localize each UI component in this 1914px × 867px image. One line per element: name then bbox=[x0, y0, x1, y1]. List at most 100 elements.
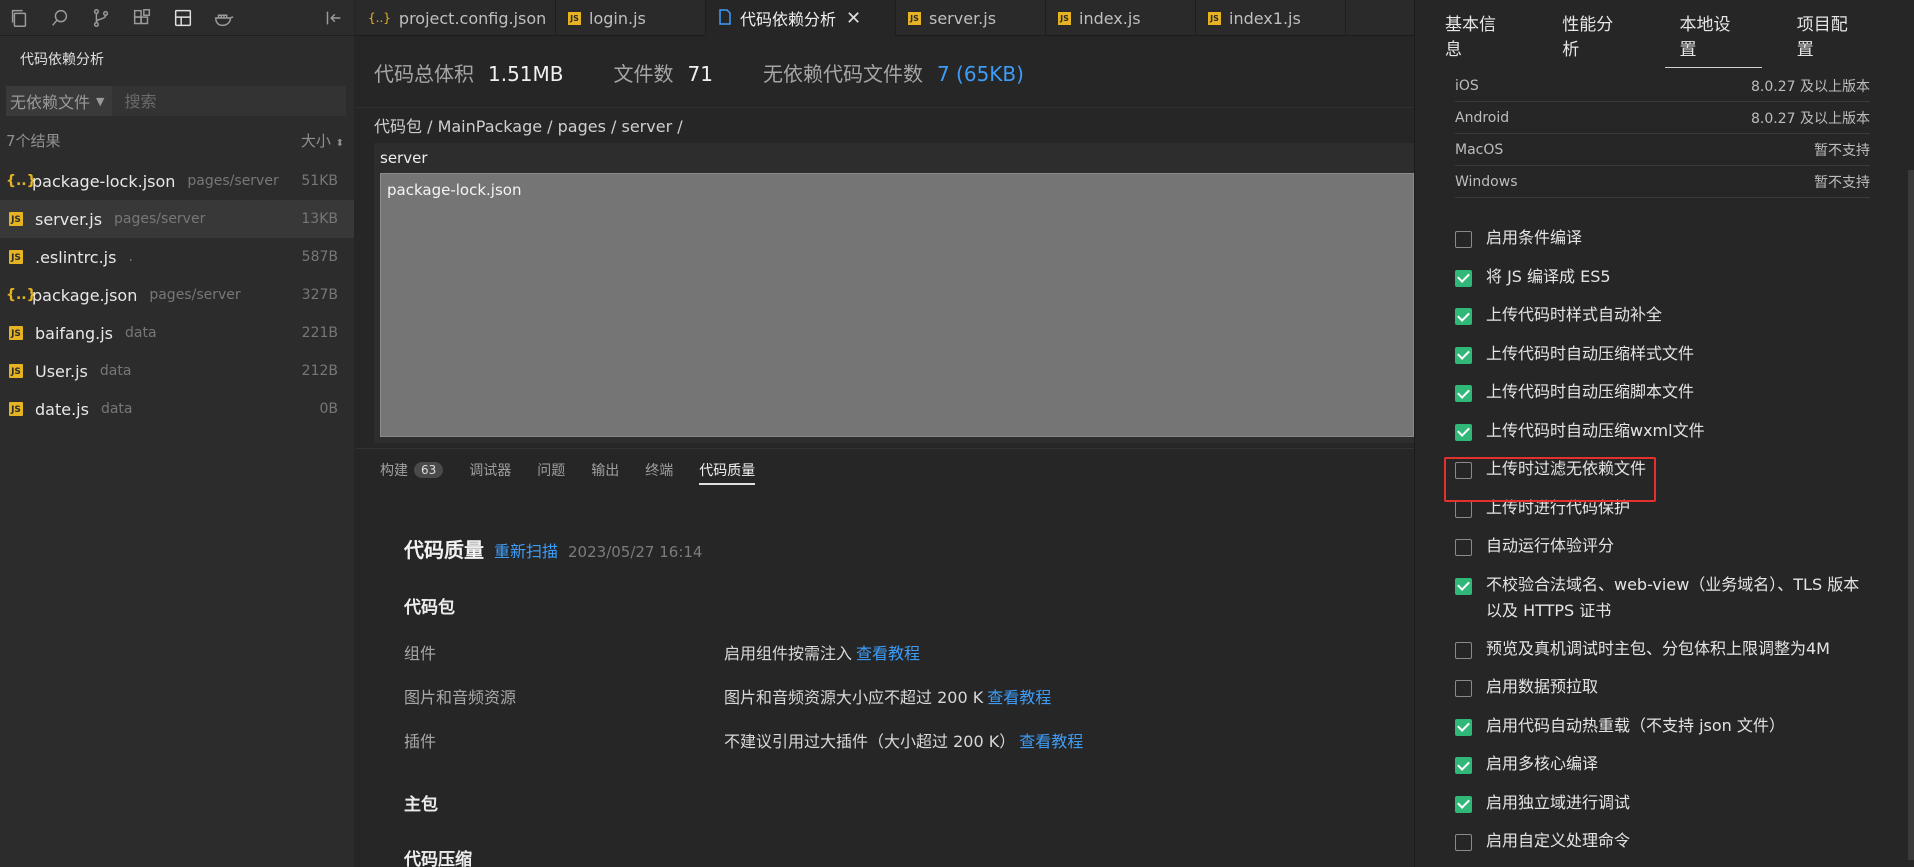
panel-tab[interactable]: 问题 bbox=[537, 449, 565, 491]
checkbox[interactable] bbox=[1455, 834, 1472, 851]
file-item[interactable]: JS baifang.js data 221B bbox=[0, 314, 354, 352]
quality-row-value: 启用组件按需注入 bbox=[724, 644, 853, 663]
copy-icon[interactable] bbox=[6, 5, 32, 31]
quality-title: 代码质量 bbox=[404, 538, 484, 562]
panel-tab[interactable]: 构建 63 bbox=[380, 449, 444, 491]
panel-tab-label: 输出 bbox=[591, 462, 620, 479]
checkbox[interactable] bbox=[1455, 269, 1472, 287]
setting-option[interactable]: 将 JS 编译成 ES5 bbox=[1455, 259, 1914, 298]
extensions-icon[interactable] bbox=[129, 5, 155, 31]
setting-option[interactable]: 上传代码时自动压缩样式文件 bbox=[1455, 336, 1914, 375]
tab-label: 代码依赖分析 bbox=[740, 10, 837, 29]
js-file-icon: JS bbox=[9, 364, 23, 378]
editor-tab[interactable]: JS index1.js bbox=[1196, 0, 1346, 36]
rescan-link[interactable]: 重新扫描 bbox=[494, 538, 558, 562]
view-tutorial-link[interactable]: 查看教程 bbox=[1019, 728, 1083, 752]
setting-option[interactable]: 启用数据预拉取 bbox=[1455, 669, 1914, 708]
stat-value-link[interactable]: 7 (65KB) bbox=[937, 62, 1024, 86]
details-tab[interactable]: 基本信息 bbox=[1445, 0, 1512, 70]
panel-tab[interactable]: 代码质量 bbox=[699, 449, 756, 491]
checkbox[interactable] bbox=[1455, 577, 1472, 595]
editor-tab[interactable]: {..} project.config.json bbox=[356, 0, 556, 36]
os-version: 8.0.27 及以上版本 bbox=[1751, 78, 1870, 95]
file-size: 0B bbox=[319, 401, 338, 417]
panel-tab[interactable]: 输出 bbox=[591, 449, 619, 491]
details-tab[interactable]: 性能分析 bbox=[1562, 0, 1629, 70]
os-version: 暂不支持 bbox=[1814, 142, 1870, 159]
setting-option[interactable]: 上传代码时自动压缩wxml文件 bbox=[1455, 413, 1914, 452]
view-tutorial-link[interactable]: 查看教程 bbox=[987, 684, 1051, 708]
treemap-block[interactable]: package-lock.json bbox=[380, 173, 1414, 437]
search-input[interactable] bbox=[112, 86, 346, 116]
stat-value: 71 bbox=[687, 61, 713, 86]
filter-dropdown[interactable]: 无依赖文件 ▼ bbox=[6, 89, 112, 113]
sidebar: 代码依赖分析 无依赖文件 ▼ 7个结果 大小 ⬍ {..}package-loc… bbox=[0, 0, 354, 867]
checkbox[interactable] bbox=[1455, 385, 1472, 402]
setting-option[interactable]: 启用代码自动热重载（不支持 json 文件） bbox=[1455, 708, 1914, 747]
setting-option[interactable]: 预览及真机调试时主包、分包体积上限调整为4M bbox=[1455, 631, 1914, 670]
view-tutorial-link[interactable]: 查看教程 bbox=[856, 640, 920, 664]
setting-option[interactable]: 启用多核心编译 bbox=[1455, 746, 1914, 785]
scrollbar[interactable] bbox=[1908, 170, 1914, 860]
panel-tab-label: 代码质量 bbox=[699, 462, 756, 479]
setting-option[interactable]: 启用条件编译 bbox=[1455, 220, 1914, 259]
dependency-analysis-icon[interactable] bbox=[170, 5, 196, 31]
stat-no-dependency: 无依赖代码文件数 7 (65KB) bbox=[763, 58, 1024, 87]
file-name: .eslintrc.js bbox=[35, 247, 117, 267]
file-path: pages/server bbox=[149, 287, 241, 303]
document-icon bbox=[718, 8, 732, 28]
setting-option[interactable]: 不校验合法域名、web-view（业务域名）、TLS 版本以及 HTTPS 证书 bbox=[1455, 567, 1914, 631]
git-branch-icon[interactable] bbox=[88, 5, 114, 31]
file-item[interactable]: JS .eslintrc.js. 587B bbox=[0, 238, 354, 276]
section-code-compress[interactable]: 代码压缩 bbox=[404, 845, 1404, 867]
checkbox[interactable] bbox=[1455, 680, 1472, 697]
setting-label: 启用多核心编译 bbox=[1486, 754, 1599, 773]
checkbox[interactable] bbox=[1455, 757, 1472, 774]
search-icon[interactable] bbox=[47, 5, 73, 31]
close-icon[interactable]: ✕ bbox=[846, 8, 861, 29]
editor-tab[interactable]: JS login.js bbox=[556, 0, 706, 36]
checkbox[interactable] bbox=[1455, 718, 1472, 736]
setting-option[interactable]: 上传时进行代码保护 bbox=[1455, 490, 1914, 529]
tab-label: login.js bbox=[589, 8, 646, 28]
panel-tab[interactable]: 终端 bbox=[645, 449, 673, 491]
file-item[interactable]: JS server.js pages/server 13KB bbox=[0, 200, 354, 238]
panel-tab[interactable]: 调试器 bbox=[469, 449, 511, 491]
setting-option[interactable]: 自动运行体验评分 bbox=[1455, 528, 1914, 567]
setting-label: 将 JS 编译成 ES5 bbox=[1486, 266, 1611, 286]
file-item[interactable]: {..} package-lock.json pages/server 51KB bbox=[0, 162, 354, 200]
checkbox[interactable] bbox=[1455, 795, 1472, 813]
editor-tab-bar: {..} project.config.json JS login.js 代码依赖分析 ✕… bbox=[356, 0, 1414, 36]
file-size: 221B bbox=[301, 325, 338, 341]
file-item[interactable]: JS date.js data 0B bbox=[0, 390, 354, 428]
editor-tab[interactable]: JS index.js bbox=[1046, 0, 1196, 36]
details-tab[interactable]: 项目配置 bbox=[1797, 0, 1864, 70]
file-item[interactable]: JS User.js data 212B bbox=[0, 352, 354, 390]
setting-option[interactable]: 上传时过滤无依赖文件 bbox=[1455, 451, 1914, 490]
setting-option[interactable]: 上传代码时样式自动补全 bbox=[1455, 297, 1914, 336]
local-settings-list: 启用条件编译将 JS 编译成 ES5 上传代码时样式自动补全 上传代码时自动压缩样式… bbox=[1415, 220, 1914, 862]
file-item[interactable]: {..} package.json pages/server 327B bbox=[0, 276, 354, 314]
setting-label: 上传时过滤无依赖文件 bbox=[1486, 459, 1647, 478]
checkbox[interactable] bbox=[1455, 346, 1472, 364]
setting-option[interactable]: 启用独立域进行调试 bbox=[1455, 785, 1914, 824]
checkbox[interactable] bbox=[1455, 500, 1472, 518]
section-main-package[interactable]: 主包 bbox=[404, 790, 1404, 815]
checkbox[interactable] bbox=[1455, 641, 1472, 659]
collapse-sidebar-icon[interactable] bbox=[320, 5, 346, 31]
details-tab[interactable]: 本地设置 bbox=[1664, 0, 1763, 70]
checkbox[interactable] bbox=[1455, 462, 1472, 479]
treemap-root-label[interactable]: server bbox=[374, 143, 1414, 173]
docker-icon[interactable] bbox=[211, 5, 237, 31]
setting-option[interactable]: 上传代码时自动压缩脚本文件 bbox=[1455, 374, 1914, 413]
checkbox[interactable] bbox=[1455, 231, 1472, 248]
checkbox[interactable] bbox=[1455, 539, 1472, 556]
editor-tab[interactable]: 代码依赖分析 ✕ bbox=[706, 0, 896, 36]
sort-by-size-button[interactable]: 大小 ⬍ bbox=[301, 130, 344, 151]
checkbox[interactable] bbox=[1455, 308, 1472, 325]
setting-option[interactable]: 启用自定义处理命令 bbox=[1455, 823, 1914, 862]
checkbox[interactable] bbox=[1455, 423, 1472, 441]
breadcrumb[interactable]: 代码包 / MainPackage / pages / server / bbox=[356, 107, 1414, 145]
editor-tab[interactable]: JS server.js bbox=[896, 0, 1046, 36]
file-name: baifang.js bbox=[35, 323, 114, 343]
